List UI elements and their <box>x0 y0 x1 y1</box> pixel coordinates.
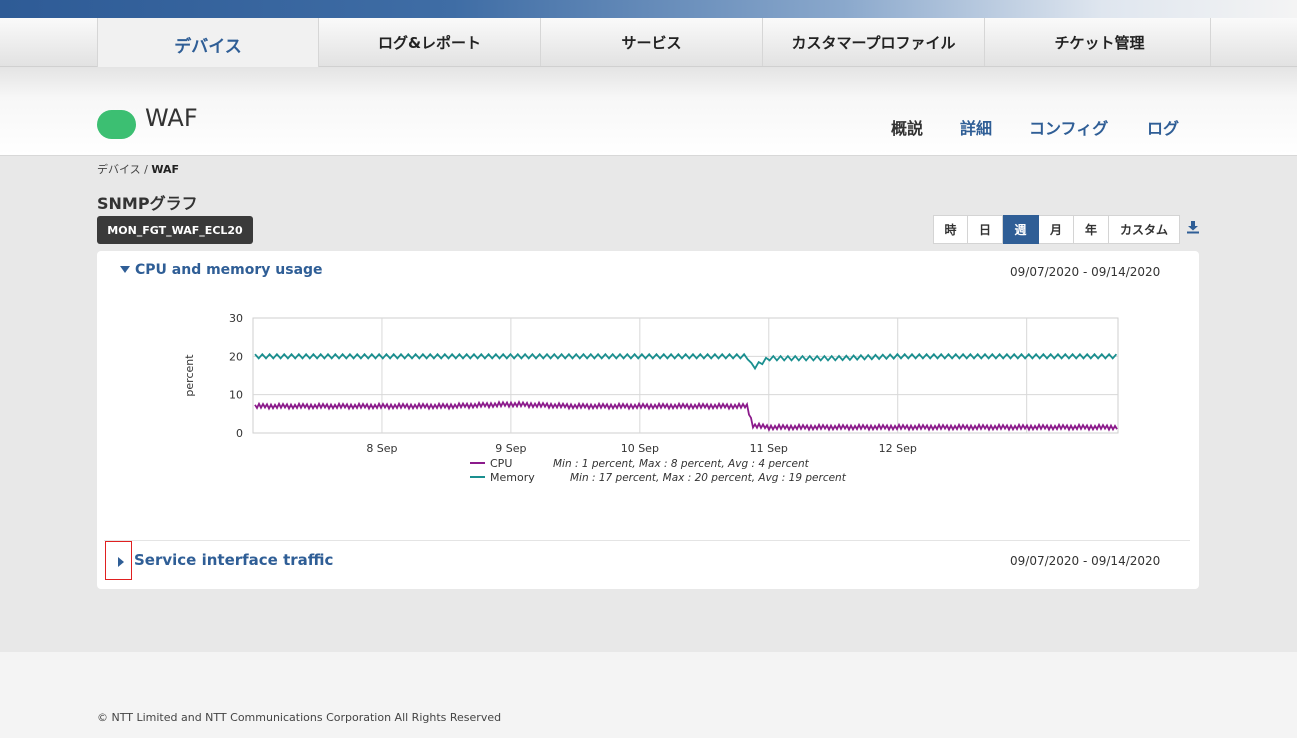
subnav-config[interactable]: コンフィグ <box>1029 115 1108 139</box>
x-tick-label: 9 Sep <box>495 442 526 455</box>
host-selector[interactable]: MON_FGT_WAF_ECL20 <box>97 216 253 244</box>
footer <box>0 652 1297 738</box>
legend-stats-cpu: Min : 1 percent, Max : 8 percent, Avg : … <box>553 458 810 470</box>
x-tick-label: 11 Sep <box>750 442 788 455</box>
range-year-button[interactable]: 年 <box>1074 215 1109 244</box>
range-hour-button[interactable]: 時 <box>933 215 968 244</box>
cpu-memory-date-range: 09/07/2020 - 09/14/2020 <box>1010 265 1161 279</box>
subnav-overview[interactable]: 概説 <box>891 115 923 139</box>
time-range-selector: 時 日 週 月 年 カスタム <box>933 215 1180 244</box>
range-day-button[interactable]: 日 <box>968 215 1003 244</box>
device-status-indicator <box>97 110 136 139</box>
subnav-details[interactable]: 詳細 <box>960 115 992 139</box>
nav-tab-ticket-management[interactable]: チケット管理 <box>989 18 1211 66</box>
x-tick-label: 10 Sep <box>621 442 659 455</box>
y-axis-label: percent <box>183 354 196 397</box>
copyright-text: © NTT Limited and NTT Communications Cor… <box>97 711 502 724</box>
x-tick-label: 12 Sep <box>879 442 917 455</box>
breadcrumb-current: WAF <box>151 163 180 176</box>
cpu-memory-panel-title[interactable]: CPU and memory usage <box>135 262 323 278</box>
collapse-caret-icon[interactable] <box>120 266 130 273</box>
range-week-button[interactable]: 週 <box>1003 215 1039 244</box>
y-tick-label: 10 <box>229 389 243 402</box>
legend-name-memory: Memory <box>490 471 535 484</box>
top-accent-bar <box>0 0 1297 18</box>
section-title: SNMPグラフ <box>97 194 198 213</box>
range-custom-button[interactable]: カスタム <box>1109 215 1180 244</box>
expand-caret-icon[interactable] <box>118 557 124 567</box>
y-tick-label: 30 <box>229 312 243 325</box>
range-month-button[interactable]: 月 <box>1039 215 1074 244</box>
breadcrumb-separator: / <box>140 163 152 176</box>
panel-divider <box>104 540 1190 541</box>
cpu-memory-chart: 30 20 10 0 percent 8 Sep 9 Sep 10 Sep 11 Sep 12 S… <box>183 312 1119 484</box>
nav-tab-customer-profile[interactable]: カスタマープロファイル <box>763 18 985 66</box>
service-traffic-panel-title[interactable]: Service interface traffic <box>134 551 333 569</box>
x-tick-label: 8 Sep <box>366 442 397 455</box>
main-navigation: デバイス ログ&レポート サービス カスタマープロファイル チケット管理 <box>0 18 1297 70</box>
nav-tab-logs-reports[interactable]: ログ&レポート <box>319 18 541 66</box>
download-icon[interactable] <box>1186 220 1200 234</box>
breadcrumb-devices-link[interactable]: デバイス <box>97 163 141 176</box>
device-title: WAF <box>145 104 198 132</box>
nav-tab-devices[interactable]: デバイス <box>97 18 319 70</box>
nav-tab-services[interactable]: サービス <box>541 18 763 66</box>
breadcrumb: デバイス / WAF <box>97 161 179 177</box>
legend-name-cpu: CPU <box>490 457 512 470</box>
subnav-log[interactable]: ログ <box>1147 115 1179 139</box>
y-tick-label: 0 <box>236 427 243 440</box>
plot-frame <box>252 317 1119 434</box>
legend-stats-memory: Min : 17 percent, Max : 20 percent, Avg … <box>570 472 847 484</box>
y-tick-label: 20 <box>229 350 243 363</box>
service-traffic-date-range: 09/07/2020 - 09/14/2020 <box>1010 554 1161 568</box>
cpu-series-line <box>254 400 1118 432</box>
